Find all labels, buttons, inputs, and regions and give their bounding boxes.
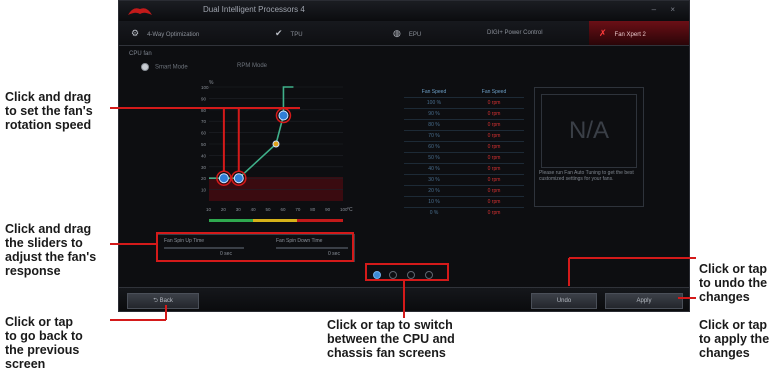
annotation-overlay bbox=[110, 107, 696, 321]
highlight-box bbox=[156, 232, 354, 262]
highlight-box bbox=[365, 263, 449, 281]
